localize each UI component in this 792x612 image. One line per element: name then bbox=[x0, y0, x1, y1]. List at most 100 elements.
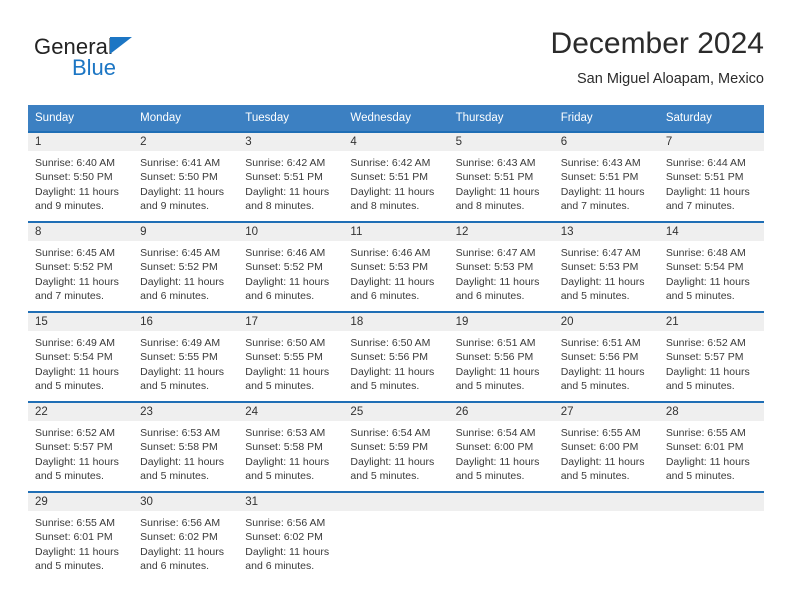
day-cell[interactable]: 31 Sunrise: 6:56 AM Sunset: 6:02 PM Dayl… bbox=[238, 493, 344, 581]
week-row: 15 Sunrise: 6:49 AM Sunset: 5:54 PM Dayl… bbox=[28, 311, 764, 401]
day-cell[interactable]: 5 Sunrise: 6:43 AM Sunset: 5:51 PM Dayli… bbox=[448, 133, 554, 221]
day-cell[interactable]: 10 Sunrise: 6:46 AM Sunset: 5:52 PM Dayl… bbox=[238, 223, 344, 311]
day-cell[interactable]: 27 Sunrise: 6:55 AM Sunset: 6:00 PM Dayl… bbox=[553, 403, 659, 491]
day-cell[interactable]: 13 Sunrise: 6:47 AM Sunset: 5:53 PM Dayl… bbox=[553, 223, 659, 311]
sunrise-text: Sunrise: 6:55 AM bbox=[665, 427, 746, 439]
day-cell[interactable]: 2 Sunrise: 6:41 AM Sunset: 5:50 PM Dayli… bbox=[133, 133, 239, 221]
daylight-text: Daylight: 11 hours and 5 minutes. bbox=[350, 365, 435, 392]
day-cell[interactable]: 29 Sunrise: 6:55 AM Sunset: 6:01 PM Dayl… bbox=[28, 493, 134, 581]
day-details: Sunrise: 6:47 AM Sunset: 5:53 PM Dayligh… bbox=[554, 241, 659, 303]
day-details: Sunrise: 6:43 AM Sunset: 5:51 PM Dayligh… bbox=[554, 151, 659, 213]
sunset-text: Sunset: 5:53 PM bbox=[560, 261, 639, 274]
daylight-text: Daylight: 11 hours and 7 minutes. bbox=[665, 185, 750, 212]
day-cell[interactable]: 12 Sunrise: 6:47 AM Sunset: 5:53 PM Dayl… bbox=[448, 223, 554, 311]
sunrise-text: Sunrise: 6:44 AM bbox=[665, 157, 746, 169]
daylight-text: Daylight: 11 hours and 6 minutes. bbox=[245, 545, 330, 572]
day-details bbox=[343, 511, 448, 516]
sunset-text: Sunset: 5:50 PM bbox=[140, 171, 218, 184]
weekday-wednesday: Wednesday bbox=[350, 112, 411, 124]
day-cell[interactable]: 22 Sunrise: 6:52 AM Sunset: 5:57 PM Dayl… bbox=[28, 403, 134, 491]
day-cell[interactable]: 20 Sunrise: 6:51 AM Sunset: 5:56 PM Dayl… bbox=[553, 313, 659, 401]
day-number: 26 bbox=[448, 403, 554, 421]
sunset-text: Sunset: 6:01 PM bbox=[35, 531, 113, 544]
sunset-text: Sunset: 6:02 PM bbox=[140, 531, 218, 544]
day-number: 8 bbox=[28, 223, 134, 241]
daylight-text: Daylight: 11 hours and 5 minutes. bbox=[455, 455, 540, 482]
day-number bbox=[553, 493, 659, 511]
sunrise-text: Sunrise: 6:52 AM bbox=[665, 337, 746, 349]
day-cell[interactable]: 17 Sunrise: 6:50 AM Sunset: 5:55 PM Dayl… bbox=[238, 313, 344, 401]
generalblue-logo[interactable]: General Blue bbox=[34, 34, 234, 90]
daylight-text: Daylight: 11 hours and 7 minutes. bbox=[560, 185, 645, 212]
day-cell[interactable]: 15 Sunrise: 6:49 AM Sunset: 5:54 PM Dayl… bbox=[28, 313, 134, 401]
day-cell[interactable]: 7 Sunrise: 6:44 AM Sunset: 5:51 PM Dayli… bbox=[658, 133, 764, 221]
sunset-text: Sunset: 5:55 PM bbox=[140, 351, 218, 364]
day-number: 28 bbox=[658, 403, 764, 421]
sunset-text: Sunset: 5:52 PM bbox=[35, 261, 113, 274]
day-cell-empty bbox=[343, 493, 449, 581]
day-number: 10 bbox=[238, 223, 344, 241]
sunrise-text: Sunrise: 6:46 AM bbox=[350, 247, 431, 259]
week-row: 22 Sunrise: 6:52 AM Sunset: 5:57 PM Dayl… bbox=[28, 401, 764, 491]
day-cell[interactable]: 14 Sunrise: 6:48 AM Sunset: 5:54 PM Dayl… bbox=[658, 223, 764, 311]
day-cell[interactable]: 9 Sunrise: 6:45 AM Sunset: 5:52 PM Dayli… bbox=[133, 223, 239, 311]
sunrise-text: Sunrise: 6:48 AM bbox=[665, 247, 746, 259]
day-number bbox=[343, 493, 449, 511]
day-details: Sunrise: 6:46 AM Sunset: 5:52 PM Dayligh… bbox=[238, 241, 343, 303]
day-details: Sunrise: 6:48 AM Sunset: 5:54 PM Dayligh… bbox=[659, 241, 764, 303]
daylight-text: Daylight: 11 hours and 8 minutes. bbox=[245, 185, 330, 212]
sunset-text: Sunset: 5:56 PM bbox=[560, 351, 639, 364]
sunset-text: Sunset: 5:53 PM bbox=[455, 261, 534, 274]
day-number bbox=[448, 493, 554, 511]
daylight-text: Daylight: 11 hours and 5 minutes. bbox=[140, 365, 224, 392]
daylight-text: Daylight: 11 hours and 8 minutes. bbox=[455, 185, 540, 212]
day-cell[interactable]: 1 Sunrise: 6:40 AM Sunset: 5:50 PM Dayli… bbox=[28, 133, 134, 221]
day-cell[interactable]: 6 Sunrise: 6:43 AM Sunset: 5:51 PM Dayli… bbox=[553, 133, 659, 221]
day-cell[interactable]: 26 Sunrise: 6:54 AM Sunset: 6:00 PM Dayl… bbox=[448, 403, 554, 491]
daylight-text: Daylight: 11 hours and 5 minutes. bbox=[665, 455, 750, 482]
day-cell[interactable]: 18 Sunrise: 6:50 AM Sunset: 5:56 PM Dayl… bbox=[343, 313, 449, 401]
sunrise-text: Sunrise: 6:55 AM bbox=[560, 427, 641, 439]
day-details: Sunrise: 6:55 AM Sunset: 6:01 PM Dayligh… bbox=[28, 511, 133, 573]
day-cell[interactable]: 4 Sunrise: 6:42 AM Sunset: 5:51 PM Dayli… bbox=[343, 133, 449, 221]
day-cell[interactable]: 25 Sunrise: 6:54 AM Sunset: 5:59 PM Dayl… bbox=[343, 403, 449, 491]
day-cell[interactable]: 21 Sunrise: 6:52 AM Sunset: 5:57 PM Dayl… bbox=[658, 313, 764, 401]
sunrise-text: Sunrise: 6:45 AM bbox=[35, 247, 115, 259]
day-details: Sunrise: 6:45 AM Sunset: 5:52 PM Dayligh… bbox=[133, 241, 238, 303]
logo-triangle-icon bbox=[110, 37, 132, 54]
day-details: Sunrise: 6:45 AM Sunset: 5:52 PM Dayligh… bbox=[28, 241, 133, 303]
daylight-text: Daylight: 11 hours and 5 minutes. bbox=[245, 455, 330, 482]
sunrise-text: Sunrise: 6:53 AM bbox=[245, 427, 326, 439]
sunrise-text: Sunrise: 6:51 AM bbox=[560, 337, 641, 349]
sunset-text: Sunset: 5:51 PM bbox=[665, 171, 744, 184]
day-number: 12 bbox=[448, 223, 554, 241]
day-number: 30 bbox=[133, 493, 239, 511]
day-cell[interactable]: 19 Sunrise: 6:51 AM Sunset: 5:56 PM Dayl… bbox=[448, 313, 554, 401]
day-cell[interactable]: 11 Sunrise: 6:46 AM Sunset: 5:53 PM Dayl… bbox=[343, 223, 449, 311]
sunrise-text: Sunrise: 6:53 AM bbox=[140, 427, 221, 439]
day-cell[interactable]: 24 Sunrise: 6:53 AM Sunset: 5:58 PM Dayl… bbox=[238, 403, 344, 491]
sunset-text: Sunset: 5:51 PM bbox=[455, 171, 534, 184]
day-details: Sunrise: 6:42 AM Sunset: 5:51 PM Dayligh… bbox=[343, 151, 448, 213]
day-cell-empty bbox=[448, 493, 554, 581]
day-details: Sunrise: 6:47 AM Sunset: 5:53 PM Dayligh… bbox=[449, 241, 554, 303]
daylight-text: Daylight: 11 hours and 5 minutes. bbox=[560, 275, 645, 302]
day-details bbox=[554, 511, 659, 516]
day-cell[interactable]: 16 Sunrise: 6:49 AM Sunset: 5:55 PM Dayl… bbox=[133, 313, 239, 401]
day-cell[interactable]: 28 Sunrise: 6:55 AM Sunset: 6:01 PM Dayl… bbox=[658, 403, 764, 491]
sunset-text: Sunset: 5:58 PM bbox=[245, 441, 323, 454]
week-row: 1 Sunrise: 6:40 AM Sunset: 5:50 PM Dayli… bbox=[28, 131, 764, 221]
day-cell[interactable]: 30 Sunrise: 6:56 AM Sunset: 6:02 PM Dayl… bbox=[133, 493, 239, 581]
sunset-text: Sunset: 6:00 PM bbox=[560, 441, 639, 454]
calendar-grid: Sunday Monday Tuesday Wednesday Thursday… bbox=[28, 105, 764, 581]
sunset-text: Sunset: 5:50 PM bbox=[35, 171, 113, 184]
sunset-text: Sunset: 5:51 PM bbox=[245, 171, 323, 184]
daylight-text: Daylight: 11 hours and 6 minutes. bbox=[245, 275, 330, 302]
day-cell[interactable]: 3 Sunrise: 6:42 AM Sunset: 5:51 PM Dayli… bbox=[238, 133, 344, 221]
day-cell[interactable]: 23 Sunrise: 6:53 AM Sunset: 5:58 PM Dayl… bbox=[133, 403, 239, 491]
daylight-text: Daylight: 11 hours and 5 minutes. bbox=[35, 365, 119, 392]
day-cell[interactable]: 8 Sunrise: 6:45 AM Sunset: 5:52 PM Dayli… bbox=[28, 223, 134, 311]
sunset-text: Sunset: 6:02 PM bbox=[245, 531, 323, 544]
sunset-text: Sunset: 5:53 PM bbox=[350, 261, 429, 274]
weekday-thursday: Thursday bbox=[455, 112, 504, 124]
